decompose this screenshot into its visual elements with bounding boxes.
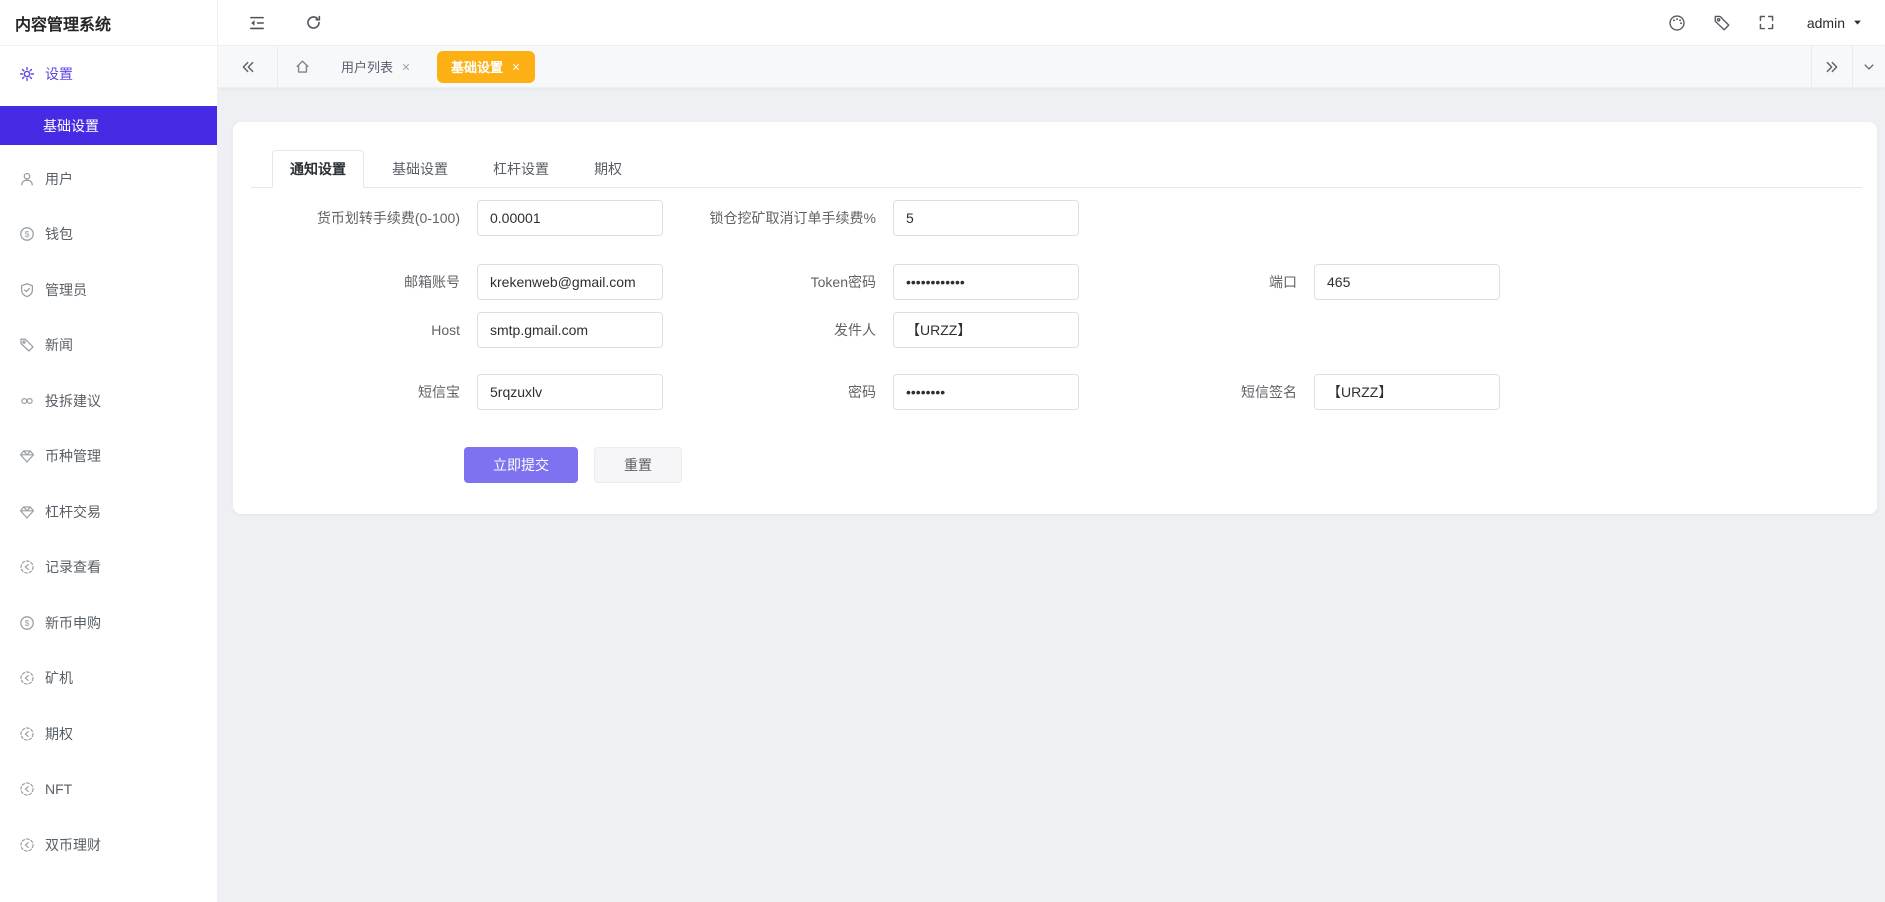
dollar-circle-icon: $ xyxy=(19,226,35,242)
sms-signature-input[interactable] xyxy=(1314,374,1500,410)
sidebar-item-label: 钱包 xyxy=(45,224,73,244)
tag-label: 基础设置 xyxy=(451,57,503,76)
tab-leverage-settings[interactable]: 杠杆设置 xyxy=(493,150,549,187)
field-label: 发件人 xyxy=(576,320,893,340)
sidebar-item-label: 新币申购 xyxy=(45,613,101,633)
close-icon[interactable] xyxy=(401,62,411,72)
history-circle-icon xyxy=(19,559,35,575)
user-icon xyxy=(19,171,35,187)
sidebar: 内容管理系统 设置 基础设置 用户 $ 钱包 管理员 xyxy=(0,0,218,902)
sidebar-item-label: 设置 xyxy=(45,64,73,84)
submit-button[interactable]: 立即提交 xyxy=(464,447,578,483)
field-label: 锁仓挖矿取消订单手续费% xyxy=(576,208,893,228)
history-circle-icon xyxy=(19,781,35,797)
dollar-circle-icon: $ xyxy=(19,615,35,631)
sidebar-item-news[interactable]: 新闻 xyxy=(0,318,217,374)
sidebar-item-label: 管理员 xyxy=(45,280,87,300)
sidebar-item-label: 杠杆交易 xyxy=(45,502,101,522)
sidebar-item-users[interactable]: 用户 xyxy=(0,151,217,207)
scroll-tags-right-icon[interactable] xyxy=(1811,46,1853,87)
settings-card: 通知设置 基础设置 杠杆设置 期权 货币划转手续费(0-100) 锁仓挖矿取消订… xyxy=(233,122,1877,514)
user-menu[interactable]: admin xyxy=(1807,15,1863,31)
sidebar-item-label: 期权 xyxy=(45,724,73,744)
app-title: 内容管理系统 xyxy=(0,0,217,46)
fullscreen-icon[interactable] xyxy=(1758,14,1775,31)
tags-bar: 用户列表 基础设置 xyxy=(218,46,1885,88)
gear-icon xyxy=(19,66,35,82)
tag-icon xyxy=(19,337,35,353)
tag-icon[interactable] xyxy=(1713,14,1731,32)
collapse-sidebar-icon[interactable] xyxy=(248,14,266,32)
sidebar-item-wallet[interactable]: $ 钱包 xyxy=(0,207,217,263)
port-input[interactable] xyxy=(1314,264,1500,300)
sidebar-item-label: NFT xyxy=(45,781,72,797)
history-circle-icon xyxy=(19,837,35,853)
scroll-tags-left-icon[interactable] xyxy=(218,46,278,87)
sidebar-item-mining-machine[interactable]: 矿机 xyxy=(0,651,217,707)
sidebar-item-label: 矿机 xyxy=(45,668,73,688)
sidebar-item-label: 币种管理 xyxy=(45,446,101,466)
username: admin xyxy=(1807,15,1845,31)
svg-text:$: $ xyxy=(25,229,30,239)
sidebar-item-coin-management[interactable]: 币种管理 xyxy=(0,429,217,485)
mining-cancel-fee-input[interactable] xyxy=(893,200,1079,236)
tab-options[interactable]: 期权 xyxy=(594,150,622,187)
settings-tabs: 通知设置 基础设置 杠杆设置 期权 xyxy=(251,150,1862,188)
sidebar-menu: 用户 $ 钱包 管理员 新闻 投拆建议 币种管理 xyxy=(0,151,217,873)
top-header: admin xyxy=(218,0,1885,46)
reset-button[interactable]: 重置 xyxy=(594,447,682,483)
field-port: 端口 xyxy=(997,264,1500,300)
svg-text:$: $ xyxy=(25,618,30,628)
field-label: 短信签名 xyxy=(997,382,1314,402)
sidebar-item-leverage-trading[interactable]: 杠杆交易 xyxy=(0,484,217,540)
gem-icon xyxy=(19,504,35,520)
sidebar-item-label: 基础设置 xyxy=(43,116,99,136)
sidebar-item-options[interactable]: 期权 xyxy=(0,706,217,762)
field-sender: 发件人 xyxy=(576,312,1079,348)
sidebar-item-records[interactable]: 记录查看 xyxy=(0,540,217,596)
tag-label: 用户列表 xyxy=(341,57,393,76)
field-label: 短信宝 xyxy=(241,382,477,402)
history-circle-icon xyxy=(19,670,35,686)
infinity-icon xyxy=(19,393,35,409)
sidebar-item-settings[interactable]: 设置 xyxy=(0,46,217,102)
sidebar-item-new-coin-subscription[interactable]: $ 新币申购 xyxy=(0,595,217,651)
tab-basic-settings[interactable]: 基础设置 xyxy=(392,150,448,187)
field-sms-signature: 短信签名 xyxy=(997,374,1500,410)
caret-down-icon xyxy=(1852,17,1863,28)
tag-basic-settings[interactable]: 基础设置 xyxy=(437,51,535,83)
sidebar-item-label: 新闻 xyxy=(45,335,73,355)
sender-input[interactable] xyxy=(893,312,1079,348)
sidebar-item-nft[interactable]: NFT xyxy=(0,762,217,818)
tab-notification-settings[interactable]: 通知设置 xyxy=(272,150,364,188)
tags-menu-chevron-down-icon[interactable] xyxy=(1853,46,1885,87)
history-circle-icon xyxy=(19,726,35,742)
field-label: Token密码 xyxy=(576,272,893,292)
sidebar-item-admins[interactable]: 管理员 xyxy=(0,262,217,318)
field-label: 端口 xyxy=(997,272,1314,292)
sidebar-item-label: 用户 xyxy=(45,169,73,189)
sidebar-item-label: 记录查看 xyxy=(45,557,101,577)
tag-user-list[interactable]: 用户列表 xyxy=(329,51,423,83)
sidebar-item-label: 双币理财 xyxy=(45,835,101,855)
field-label: Host xyxy=(241,322,477,338)
sidebar-item-basic-settings-active[interactable]: 基础设置 xyxy=(0,106,217,145)
field-mining-cancel-fee: 锁仓挖矿取消订单手续费% xyxy=(576,200,1079,236)
gem-icon xyxy=(19,448,35,464)
shield-check-icon xyxy=(19,282,35,298)
theme-palette-icon[interactable] xyxy=(1668,14,1686,32)
field-label: 邮箱账号 xyxy=(241,272,477,292)
field-label: 密码 xyxy=(576,382,893,402)
sidebar-item-feedback[interactable]: 投拆建议 xyxy=(0,373,217,429)
home-icon[interactable] xyxy=(294,58,311,75)
sidebar-item-label: 投拆建议 xyxy=(45,391,101,411)
app-window: 内容管理系统 设置 基础设置 用户 $ 钱包 管理员 xyxy=(0,0,1885,902)
field-label: 货币划转手续费(0-100) xyxy=(241,208,477,228)
close-icon[interactable] xyxy=(511,62,521,72)
sidebar-item-dual-currency[interactable]: 双币理财 xyxy=(0,817,217,873)
refresh-icon[interactable] xyxy=(305,14,322,31)
